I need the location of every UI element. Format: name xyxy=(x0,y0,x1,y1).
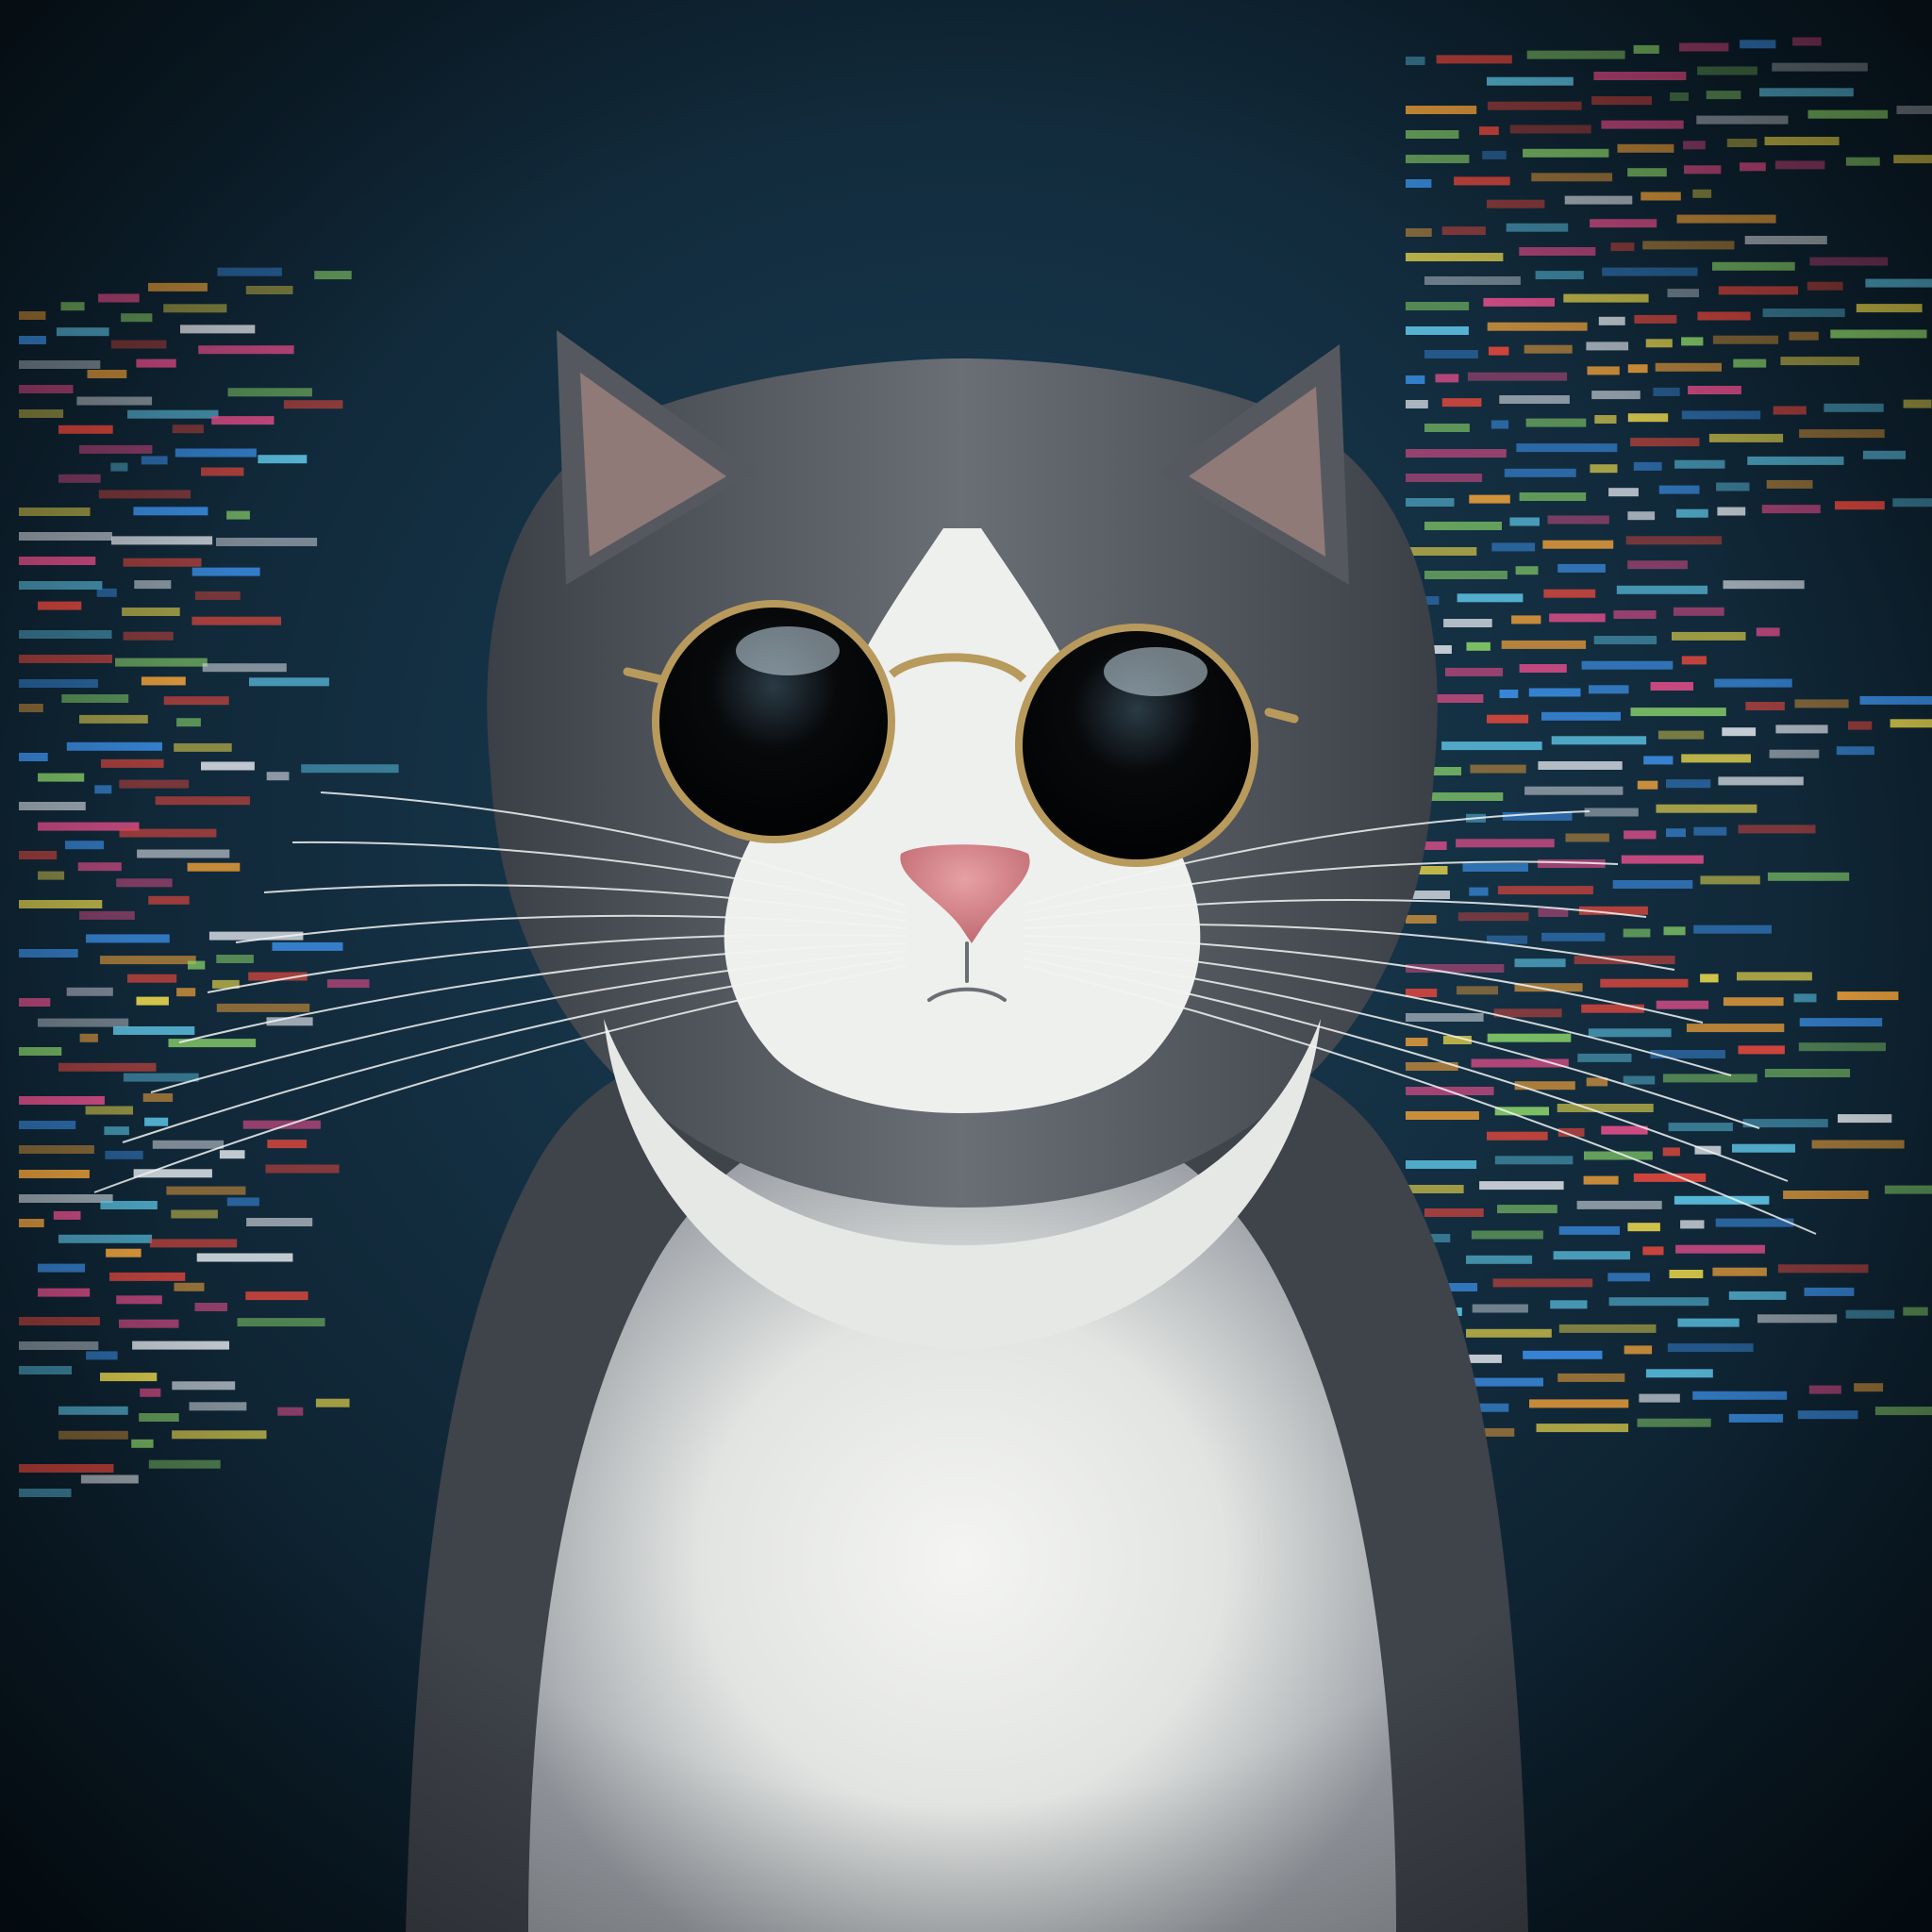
scene xyxy=(0,0,1932,1932)
vignette xyxy=(0,0,1932,1932)
